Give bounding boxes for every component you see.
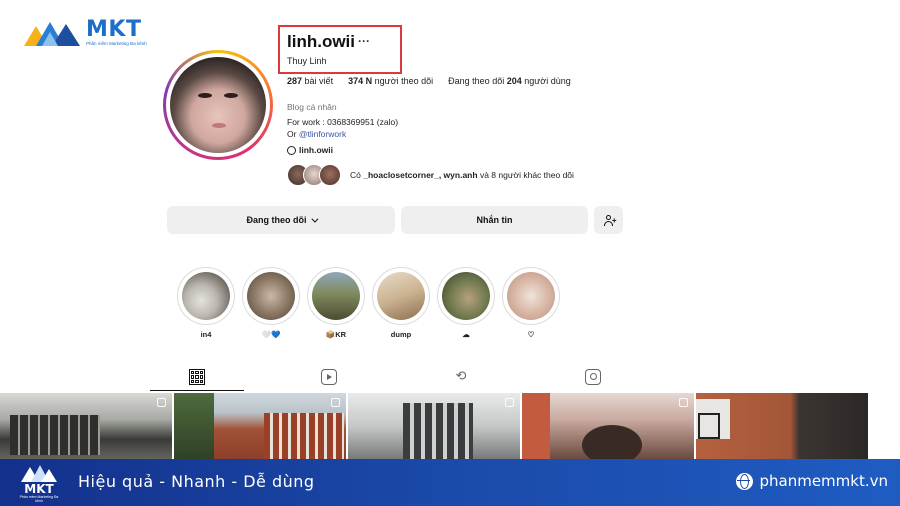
- highlight-item[interactable]: 🤍💙: [242, 267, 300, 339]
- carousel-icon: [505, 398, 514, 407]
- post-thumbnail[interactable]: [0, 393, 172, 459]
- highlight-item[interactable]: ☁: [437, 267, 495, 339]
- page: MKT Phần mềm Marketing Đa kênh linh.owii…: [0, 0, 900, 506]
- avatar-photo: [170, 57, 266, 153]
- chevron-down-icon: [310, 215, 318, 223]
- tagged-icon[interactable]: [585, 369, 601, 385]
- post-thumbnail[interactable]: [348, 393, 520, 459]
- more-options-icon[interactable]: ···: [358, 34, 370, 48]
- posts-stat: 287 bài viết: [287, 76, 334, 86]
- footer-slogan: Hiệu quả - Nhanh - Dễ dùng: [78, 472, 315, 491]
- post-thumbnail[interactable]: [522, 393, 694, 459]
- mkt-logo-icon: [21, 465, 57, 482]
- bio-category: Blog cá nhân: [287, 102, 337, 112]
- carousel-icon: [679, 398, 688, 407]
- profile-stats: 287 bài viết 374 N người theo dõi Đang t…: [287, 76, 571, 86]
- footer-logo: MKT Phần mềm Marketing Đa kênh: [17, 463, 61, 503]
- globe-icon: [736, 472, 754, 490]
- footer-logo-tagline: Phần mềm Marketing Đa kênh: [19, 495, 59, 503]
- threads-link[interactable]: linh.owii: [287, 145, 333, 155]
- reposts-icon[interactable]: ⟲: [453, 369, 469, 385]
- threads-handle: linh.owii: [299, 145, 333, 155]
- pin-icon: [157, 398, 166, 407]
- message-button[interactable]: Nhắn tin: [401, 206, 588, 234]
- posts-grid: [0, 393, 868, 459]
- followers-stat[interactable]: 374 N người theo dõi: [348, 76, 433, 86]
- footer-website[interactable]: phanmemmkt.vn: [736, 472, 888, 490]
- add-user-button[interactable]: +: [594, 206, 623, 234]
- posts-grid-icon[interactable]: [189, 369, 205, 385]
- followed-users: _hoaclosetcorner_, wyn.anh: [363, 170, 478, 180]
- follower-avatars: [287, 164, 345, 186]
- add-user-icon: +: [603, 214, 617, 226]
- profile-full-name: Thuy Linh: [287, 56, 327, 66]
- following-button[interactable]: Đang theo dõi: [167, 206, 395, 234]
- mkt-logo-icon: [24, 22, 80, 46]
- bio-line-work: For work : 0368369951 (zalo): [287, 117, 399, 127]
- bio-mention-link[interactable]: @tlinforwork: [299, 129, 346, 139]
- threads-icon: [287, 145, 296, 155]
- post-thumbnail[interactable]: [696, 393, 868, 459]
- highlight-item[interactable]: 📦KR: [307, 267, 365, 339]
- reels-icon[interactable]: [321, 369, 337, 385]
- highlight-item[interactable]: in4: [177, 267, 235, 339]
- post-thumbnail[interactable]: [174, 393, 346, 459]
- brand-footer-banner: MKT Phần mềm Marketing Đa kênh Hiệu quả …: [0, 459, 900, 506]
- followed-by[interactable]: Có _hoaclosetcorner_, wyn.anh và 8 người…: [287, 164, 574, 186]
- carousel-icon: [331, 398, 340, 407]
- brand-name: MKT: [86, 17, 142, 42]
- active-tab-indicator: [150, 390, 244, 391]
- highlight-item[interactable]: dump: [372, 267, 430, 339]
- following-stat[interactable]: Đang theo dõi 204 người dùng: [448, 76, 571, 86]
- brand-tagline: Phần mềm Marketing Đa kênh: [86, 41, 147, 46]
- profile-username: linh.owii: [287, 32, 355, 51]
- bio-line-mention: Or @tlinforwork: [287, 129, 347, 139]
- brand-logo: MKT Phần mềm Marketing Đa kênh: [22, 18, 147, 48]
- highlight-item[interactable]: ♡: [502, 267, 560, 339]
- profile-avatar[interactable]: [163, 50, 273, 160]
- avatar: [319, 164, 341, 186]
- footer-logo-name: MKT: [24, 482, 54, 496]
